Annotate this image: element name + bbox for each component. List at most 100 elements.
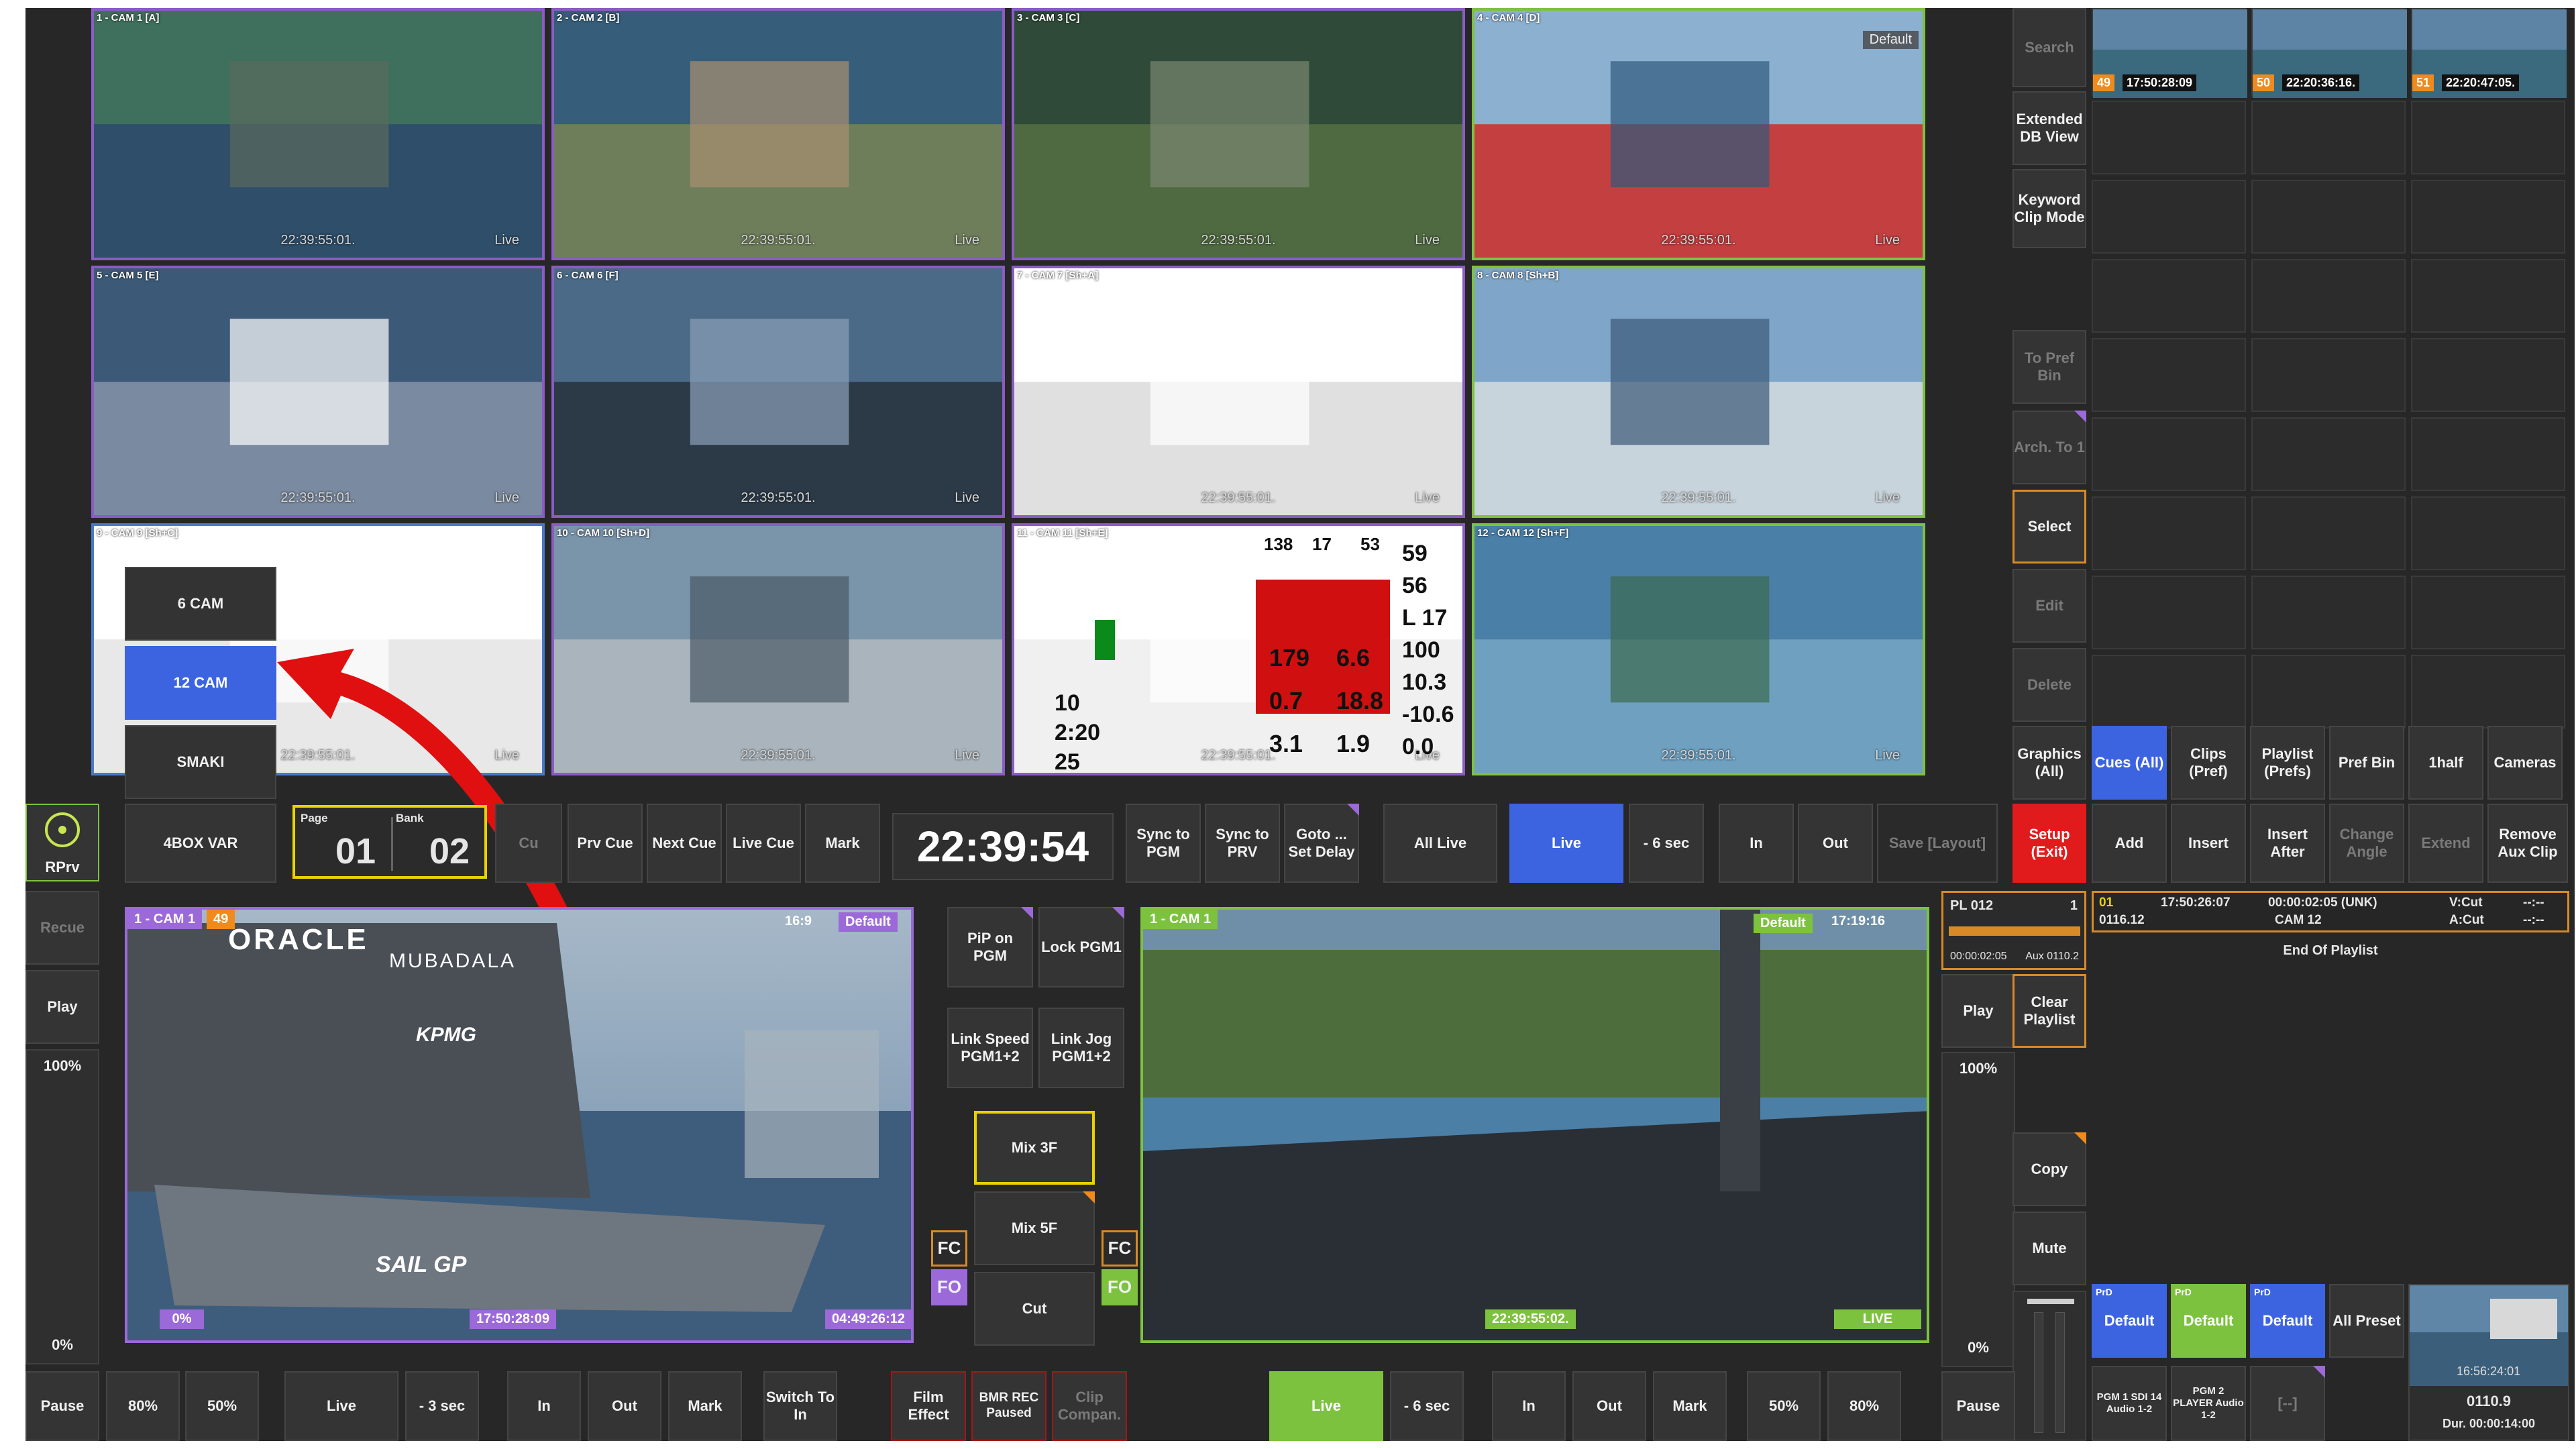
- clip-thumbnail[interactable]: 51 22:20:47:05.: [2411, 8, 2567, 98]
- pgm1-output-button[interactable]: PGM 1 SDI 14 Audio 1-2: [2092, 1366, 2167, 1441]
- keyword-clip-mode-button[interactable]: Keyword Clip Mode: [2012, 169, 2086, 248]
- pgm-mark-button[interactable]: Mark: [668, 1371, 742, 1441]
- clip-slot[interactable]: [2411, 180, 2565, 254]
- clip-slot[interactable]: [2092, 576, 2246, 649]
- fo-right-button[interactable]: FO: [1102, 1269, 1138, 1305]
- recue-button[interactable]: Recue: [25, 891, 99, 965]
- page-bank-selector[interactable]: Page 01 Bank 02: [292, 805, 487, 879]
- bin-tab[interactable]: Playlist (Prefs): [2250, 726, 2325, 800]
- mute-button[interactable]: Mute: [2012, 1212, 2086, 1285]
- setup-exit-button[interactable]: Setup (Exit): [2012, 804, 2086, 883]
- arch-to-button[interactable]: Arch. To 1: [2012, 411, 2086, 484]
- preset-1-button[interactable]: PrD Default: [2092, 1284, 2167, 1358]
- mark-cue-button[interactable]: Mark: [805, 804, 880, 883]
- sync-to-pgm-button[interactable]: Sync to PGM: [1126, 804, 1201, 883]
- clip-thumbnail[interactable]: 50 22:20:36:16.: [2251, 8, 2407, 98]
- prv-80-button[interactable]: 80%: [1827, 1371, 1901, 1441]
- clip-companion-button[interactable]: Clip Compan.: [1052, 1371, 1127, 1441]
- cue-button[interactable]: Cu: [495, 804, 562, 883]
- layout-4box-var-button[interactable]: 4BOX VAR: [125, 804, 276, 883]
- pgm-50-button[interactable]: 50%: [185, 1371, 259, 1441]
- delete-button[interactable]: Delete: [2012, 648, 2086, 722]
- prv-out-button[interactable]: Out: [1572, 1371, 1646, 1441]
- clip-slot[interactable]: [2092, 655, 2246, 729]
- clear-playlist-button[interactable]: Clear Playlist: [2012, 974, 2086, 1048]
- pgm-viewer[interactable]: ORACLE MUBADALA KPMG SAIL GP 1 - CAM 1 4…: [125, 907, 914, 1343]
- remove-aux-clip-button[interactable]: Remove Aux Clip: [2487, 804, 2568, 883]
- fo-left-button[interactable]: FO: [931, 1269, 967, 1305]
- clip-preview[interactable]: 16:56:24:01 0110.9 Dur. 00:00:14:00: [2408, 1284, 2569, 1441]
- clip-slot[interactable]: [2092, 496, 2246, 570]
- bin-tab[interactable]: Pref Bin: [2329, 726, 2404, 800]
- prv-speed-slider[interactable]: 100% 0%: [1941, 1052, 2015, 1367]
- prv-viewer[interactable]: 1 - CAM 1 Default 17:19:16 22:39:55:02. …: [1140, 907, 1929, 1343]
- all-live-button[interactable]: All Live: [1383, 804, 1497, 883]
- prv-cue-button[interactable]: Prv Cue: [568, 804, 643, 883]
- clip-slot[interactable]: [2251, 338, 2406, 412]
- clip-slot[interactable]: [2411, 259, 2565, 333]
- film-effect-button[interactable]: Film Effect: [891, 1371, 966, 1441]
- preset-2-button[interactable]: PrD Default: [2171, 1284, 2246, 1358]
- sync-to-prv-button[interactable]: Sync to PRV: [1205, 804, 1280, 883]
- live-cue-button[interactable]: Live Cue: [726, 804, 801, 883]
- link-jog-button[interactable]: Link Jog PGM1+2: [1038, 1008, 1124, 1088]
- search-button[interactable]: Search: [2012, 8, 2086, 87]
- preset-3-button[interactable]: PrD Default: [2250, 1284, 2325, 1358]
- playlist-indicator[interactable]: PL 012 1 00:00:02:05 Aux 0110.2: [1941, 891, 2086, 970]
- clip-slot[interactable]: [2251, 496, 2406, 570]
- prv-mark-button[interactable]: Mark: [1653, 1371, 1727, 1441]
- cut-button[interactable]: Cut: [974, 1272, 1095, 1346]
- bmr-rec-button[interactable]: BMR REC Paused: [971, 1371, 1046, 1441]
- pgm-in-button[interactable]: In: [507, 1371, 581, 1441]
- next-cue-button[interactable]: Next Cue: [647, 804, 722, 883]
- in-button[interactable]: In: [1719, 804, 1794, 883]
- clip-slot[interactable]: [2092, 417, 2246, 491]
- clip-slot[interactable]: [2251, 417, 2406, 491]
- pgm-minus-3-sec-button[interactable]: - 3 sec: [405, 1371, 479, 1441]
- clip-slot[interactable]: [2411, 496, 2565, 570]
- prv-live-button[interactable]: Live: [1269, 1371, 1383, 1441]
- clip-slot[interactable]: [2411, 417, 2565, 491]
- prv-50-button[interactable]: 50%: [1747, 1371, 1821, 1441]
- clip-slot[interactable]: [2251, 180, 2406, 254]
- clip-slot[interactable]: [2251, 259, 2406, 333]
- bin-tab[interactable]: Clips (Pref): [2171, 726, 2246, 800]
- clip-slot[interactable]: [2092, 338, 2246, 412]
- link-speed-button[interactable]: Link Speed PGM1+2: [947, 1008, 1033, 1088]
- save-layout-button[interactable]: Save [Layout]: [1877, 804, 1998, 883]
- pgm-out-button[interactable]: Out: [588, 1371, 661, 1441]
- clip-slot[interactable]: [2251, 655, 2406, 729]
- mix-5f-button[interactable]: Mix 5F: [974, 1191, 1095, 1265]
- extend-button[interactable]: Extend: [2408, 804, 2483, 883]
- add-button[interactable]: Add: [2092, 804, 2167, 883]
- clip-slot[interactable]: [2092, 259, 2246, 333]
- all-preset-button[interactable]: All Preset: [2329, 1284, 2404, 1358]
- prv-in-button[interactable]: In: [1492, 1371, 1566, 1441]
- copy-button[interactable]: Copy: [2012, 1132, 2086, 1206]
- out-button[interactable]: Out: [1798, 804, 1873, 883]
- bin-tab[interactable]: Graphics (All): [2012, 726, 2086, 800]
- clip-slot[interactable]: [2411, 576, 2565, 649]
- select-button[interactable]: Select: [2012, 490, 2086, 564]
- rprv-button[interactable]: RPrv: [25, 804, 99, 881]
- prv-minus-6-sec-button[interactable]: - 6 sec: [1390, 1371, 1464, 1441]
- to-pref-bin-button[interactable]: To Pref Bin: [2012, 330, 2086, 404]
- edit-button[interactable]: Edit: [2012, 569, 2086, 643]
- pgm2-output-button[interactable]: PGM 2 PLAYER Audio 1-2: [2171, 1366, 2246, 1441]
- output-empty-button[interactable]: [--]: [2250, 1366, 2325, 1441]
- pip-on-pgm-button[interactable]: PiP on PGM: [947, 907, 1033, 987]
- lock-pgm1-button[interactable]: Lock PGM1: [1038, 907, 1124, 987]
- pgm-80-button[interactable]: 80%: [106, 1371, 180, 1441]
- extended-db-view-button[interactable]: Extended DB View: [2012, 91, 2086, 165]
- clip-thumbnail[interactable]: 49 17:50:28:09: [2092, 8, 2247, 98]
- mix-3f-button[interactable]: Mix 3F: [974, 1111, 1095, 1185]
- clip-slot[interactable]: [2092, 180, 2246, 254]
- clip-slot[interactable]: [2411, 338, 2565, 412]
- bin-tab[interactable]: 1half: [2408, 726, 2483, 800]
- clip-slot[interactable]: [2092, 101, 2246, 174]
- insert-after-button[interactable]: Insert After: [2250, 804, 2325, 883]
- pgm-play-button[interactable]: Play: [25, 970, 99, 1044]
- clip-slot[interactable]: [2411, 101, 2565, 174]
- prv-play-button[interactable]: Play: [1941, 974, 2015, 1048]
- minus-6-sec-button[interactable]: - 6 sec: [1629, 804, 1704, 883]
